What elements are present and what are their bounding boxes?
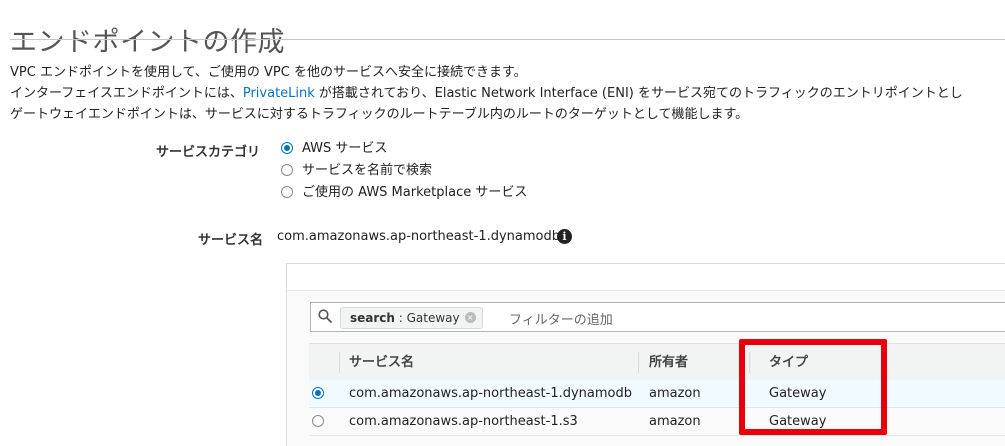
column-header-service-name[interactable]: サービス名 [349, 344, 414, 381]
service-category-option-aws[interactable]: AWS サービス [281, 137, 387, 156]
column-separator [638, 352, 639, 373]
table-row[interactable]: com.amazonaws.ap-northeast-1.dynamodb am… [309, 380, 1005, 408]
description-line-3: ゲートウェイエンドポイントは、サービスに対するトラフィックのルートテーブル内のル… [10, 107, 749, 122]
filter-token-key: search [350, 311, 395, 325]
panel-header [287, 264, 1005, 291]
radio-find-by-name[interactable] [281, 163, 293, 176]
radio-marketplace[interactable] [281, 185, 293, 198]
type-column-highlight-box [739, 339, 887, 435]
filter-token-value: : Gateway [394, 311, 460, 325]
service-category-option-by-name[interactable]: サービスを名前で検索 [281, 159, 432, 178]
row-radio[interactable] [312, 415, 324, 427]
service-table-panel: search : Gateway × フィルターの追加 サービス名 所有者 タイプ… [286, 263, 1005, 446]
radio-aws-services[interactable] [281, 141, 293, 154]
service-name-value: com.amazonaws.ap-northeast-1.dynamodb [277, 229, 560, 244]
filter-input[interactable]: search : Gateway × フィルターの追加 [310, 302, 1005, 332]
description-line-2-prefix: インターフェイスエンドポイントには、 [10, 86, 243, 101]
title-divider [10, 39, 1005, 40]
option-label-find-by-name: サービスを名前で検索 [302, 163, 433, 178]
info-icon[interactable]: i [557, 229, 572, 244]
service-category-option-marketplace[interactable]: ご使用の AWS Marketplace サービス [281, 181, 527, 200]
service-category-label: サービスカテゴリ [156, 145, 261, 160]
page-description: VPC エンドポイントを使用して、ご使用の VPC を他のサービスへ安全に接続で… [10, 62, 963, 125]
row-service-name: com.amazonaws.ap-northeast-1.s3 [349, 414, 578, 429]
row-owner: amazon [649, 386, 701, 401]
description-line-2-suffix: が搭載されており、Elastic Network Interface (ENI)… [314, 86, 963, 101]
row-radio[interactable] [312, 387, 324, 399]
column-header-owner[interactable]: 所有者 [649, 344, 688, 381]
option-label-marketplace: ご使用の AWS Marketplace サービス [302, 185, 528, 200]
filter-placeholder: フィルターの追加 [509, 313, 613, 328]
description-line-2: インターフェイスエンドポイントには、PrivateLink が搭載されており、E… [10, 83, 963, 104]
filter-token[interactable]: search : Gateway × [340, 307, 483, 329]
table-header: サービス名 所有者 タイプ [309, 343, 1005, 382]
row-owner: amazon [649, 414, 701, 429]
table-row[interactable]: com.amazonaws.ap-northeast-1.s3 amazon G… [309, 408, 1005, 436]
description-line-1: VPC エンドポイントを使用して、ご使用の VPC を他のサービスへ安全に接続で… [10, 65, 527, 80]
search-icon [318, 309, 332, 323]
privatelink-link[interactable]: PrivateLink [243, 86, 315, 101]
row-service-name: com.amazonaws.ap-northeast-1.dynamodb [349, 386, 632, 401]
service-name-label: サービス名 [198, 233, 264, 248]
column-separator [339, 352, 340, 373]
remove-token-icon[interactable]: × [464, 312, 476, 323]
option-label-aws-services: AWS サービス [302, 141, 388, 156]
